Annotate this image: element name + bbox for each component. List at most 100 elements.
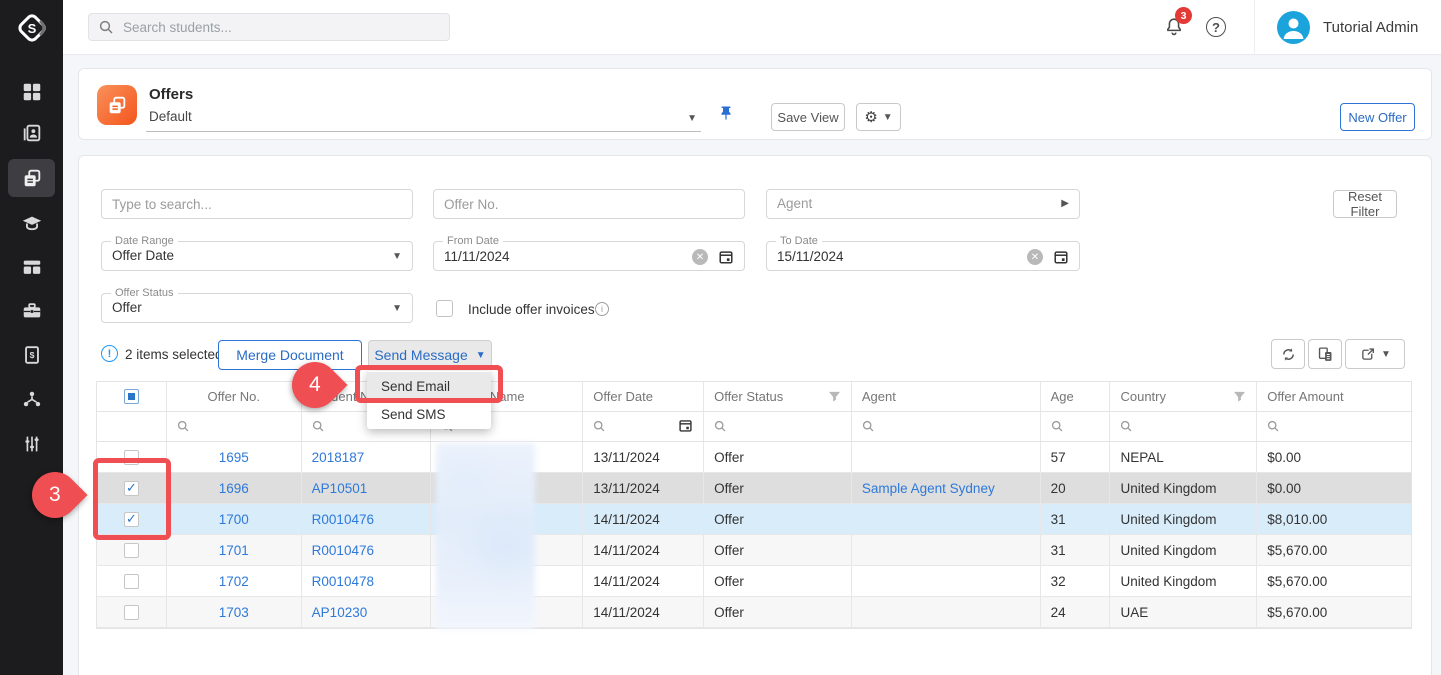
cell-agent[interactable] [852, 597, 1041, 627]
view-select[interactable]: Default ▼ [146, 107, 701, 132]
cell-offer-date: 14/11/2024 [583, 504, 704, 534]
table-row[interactable]: 1700 R0010476 14/11/2024 Offer 31 United… [97, 504, 1411, 535]
filter-cell-offer-amount[interactable] [1257, 412, 1411, 441]
cell-offer-no[interactable]: 1703 [167, 597, 302, 627]
topbar: 3 ? Tutorial Admin [63, 0, 1441, 55]
row-select-cell [97, 597, 167, 627]
sidebar-item-offers[interactable] [8, 159, 55, 197]
clear-icon[interactable]: ✕ [692, 249, 708, 265]
filter-cell-offer-date[interactable] [583, 412, 704, 441]
cell-student-no[interactable]: AP10230 [302, 597, 432, 627]
cell-agent[interactable] [852, 535, 1041, 565]
column-header-age[interactable]: Age [1041, 382, 1111, 411]
column-chooser-icon [1317, 346, 1334, 363]
quick-search-field [101, 189, 413, 219]
sidebar-item-agents[interactable] [8, 380, 55, 418]
filter-cell-age[interactable] [1041, 412, 1111, 441]
offer-no-field [433, 189, 745, 219]
cell-offer-no[interactable]: 1696 [167, 473, 302, 503]
table-row[interactable]: 1702 R0010478 14/11/2024 Offer 32 United… [97, 566, 1411, 597]
to-date-field: To Date ✕ [766, 241, 1080, 271]
calendar-icon[interactable] [718, 249, 734, 270]
cell-student-no[interactable]: R0010476 [302, 535, 432, 565]
include-invoices-checkbox[interactable] [436, 300, 453, 317]
help-button[interactable]: ? [1206, 17, 1226, 37]
cell-student-no[interactable]: R0010476 [302, 504, 432, 534]
filter-cell-offer-no[interactable] [167, 412, 302, 441]
sidebar-item-courses[interactable] [8, 204, 55, 242]
cell-offer-amount: $5,670.00 [1257, 535, 1411, 565]
sidebar-item-dashboard[interactable] [8, 73, 55, 111]
pin-view-button[interactable] [717, 103, 737, 127]
clear-icon[interactable]: ✕ [1027, 249, 1043, 265]
search-input[interactable] [123, 14, 438, 40]
column-header-agent[interactable]: Agent [852, 382, 1041, 411]
table-row[interactable]: 1695 2018187 13/11/2024 Offer 57 NEPAL $… [97, 442, 1411, 473]
offer-status-select[interactable]: Offer Status Offer ▼ [101, 293, 413, 323]
select-all-checkbox[interactable] [124, 389, 139, 404]
cell-offer-status: Offer [704, 566, 852, 596]
quick-search-input[interactable] [102, 190, 412, 218]
cell-student-no[interactable]: 2018187 [302, 442, 432, 472]
table-row[interactable]: 1701 R0010476 14/11/2024 Offer 31 United… [97, 535, 1411, 566]
cell-agent[interactable]: Sample Agent Sydney [852, 473, 1041, 503]
user-name[interactable]: Tutorial Admin [1323, 0, 1418, 55]
calendar-icon[interactable] [678, 418, 693, 436]
agent-filter[interactable]: Agent ▶ [766, 189, 1080, 219]
redacted-student-names [436, 443, 535, 629]
row-checkbox[interactable] [124, 574, 139, 589]
filter-cell-agent[interactable] [852, 412, 1041, 441]
sidebar-item-invoices[interactable]: $ [8, 336, 55, 374]
row-checkbox[interactable] [124, 605, 139, 620]
table-row[interactable]: 1703 AP10230 14/11/2024 Offer 24 UAE $5,… [97, 597, 1411, 628]
save-view-button[interactable]: Save View [771, 103, 845, 131]
sidebar-item-layout[interactable] [8, 248, 55, 286]
column-header-country[interactable]: Country [1110, 382, 1257, 411]
search-icon [1120, 420, 1133, 433]
offer-status-label: Offer Status [111, 287, 178, 299]
user-icon [1277, 11, 1310, 44]
column-header-offer-status[interactable]: Offer Status [704, 382, 852, 411]
cell-offer-no[interactable]: 1695 [167, 442, 302, 472]
gear-icon: ⚙ [864, 108, 877, 126]
cell-student-no[interactable]: AP10501 [302, 473, 432, 503]
send-message-label: Send Message [374, 347, 467, 363]
agents-icon [21, 388, 43, 410]
menu-item-send-sms[interactable]: Send SMS [367, 400, 491, 428]
column-header-offer-date[interactable]: Offer Date [583, 382, 704, 411]
offer-no-input[interactable] [434, 190, 744, 218]
filter-icon[interactable] [828, 391, 841, 402]
export-button[interactable]: ▼ [1345, 339, 1405, 369]
table-row[interactable]: 1696 AP10501 13/11/2024 Offer Sample Age… [97, 473, 1411, 504]
chevron-down-icon: ▼ [883, 112, 893, 123]
row-checkbox[interactable] [124, 543, 139, 558]
column-label: Offer Status [714, 389, 783, 404]
cell-offer-no[interactable]: 1701 [167, 535, 302, 565]
column-chooser-button[interactable] [1308, 339, 1342, 369]
sidebar-item-settings[interactable] [8, 425, 55, 463]
reset-filter-button[interactable]: Reset Filter [1333, 190, 1397, 218]
new-offer-button[interactable]: New Offer [1340, 103, 1415, 131]
cell-agent[interactable] [852, 504, 1041, 534]
column-header-offer-no[interactable]: Offer No. [167, 382, 302, 411]
cell-offer-no[interactable]: 1700 [167, 504, 302, 534]
merge-document-button[interactable]: Merge Document [218, 340, 362, 370]
filter-cell-offer-status[interactable] [704, 412, 852, 441]
sidebar-item-students[interactable] [8, 114, 55, 152]
view-settings-button[interactable]: ⚙▼ [856, 103, 901, 131]
avatar[interactable] [1277, 11, 1310, 44]
filter-cell-country[interactable] [1110, 412, 1257, 441]
app-logo[interactable]: S [12, 8, 52, 48]
cell-student-no[interactable]: R0010478 [302, 566, 432, 596]
cell-agent[interactable] [852, 566, 1041, 596]
calendar-icon[interactable] [1053, 249, 1069, 270]
column-header-offer-amount[interactable]: Offer Amount [1257, 382, 1411, 411]
filter-icon[interactable] [1233, 391, 1246, 402]
date-range-select[interactable]: Date Range Offer Date ▼ [101, 241, 413, 271]
cell-offer-no[interactable]: 1702 [167, 566, 302, 596]
sidebar-item-jobs[interactable] [8, 292, 55, 330]
annotation-rect-checkboxes [93, 458, 171, 540]
cell-agent[interactable] [852, 442, 1041, 472]
courses-icon [21, 212, 43, 234]
refresh-button[interactable] [1271, 339, 1305, 369]
